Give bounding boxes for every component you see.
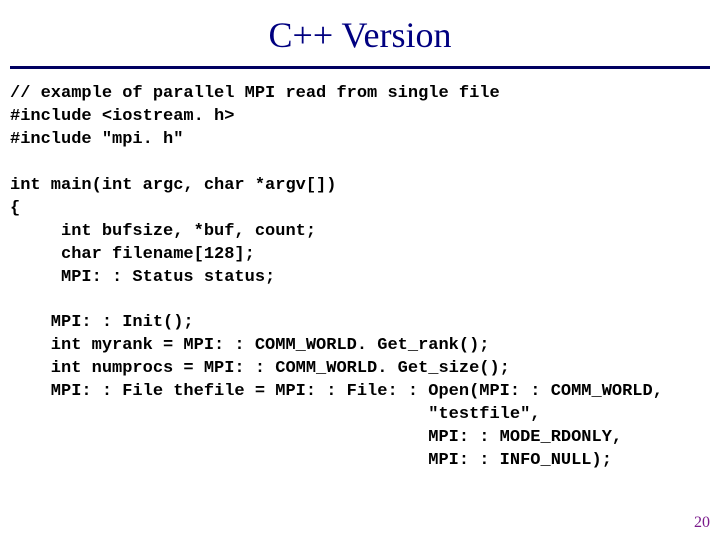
code-line: char filename[128]; <box>10 245 255 264</box>
code-line: MPI: : MODE_RDONLY, <box>10 428 622 447</box>
code-line: "testfile", <box>10 405 541 424</box>
code-line: int myrank = MPI: : COMM_WORLD. Get_rank… <box>10 336 489 355</box>
title-underline <box>10 66 710 69</box>
code-line: MPI: : File thefile = MPI: : File: : Ope… <box>10 382 663 401</box>
code-line: int main(int argc, char *argv[]) <box>10 176 336 195</box>
code-line: MPI: : Init(); <box>10 313 194 332</box>
code-line: int numprocs = MPI: : COMM_WORLD. Get_si… <box>10 359 510 378</box>
code-line: int bufsize, *buf, count; <box>10 222 316 241</box>
code-line: #include "mpi. h" <box>10 130 183 149</box>
code-line: MPI: : INFO_NULL); <box>10 451 612 470</box>
page-number: 20 <box>694 514 710 532</box>
code-line: { <box>10 199 20 218</box>
code-line: MPI: : Status status; <box>10 268 275 287</box>
slide: C++ Version // example of parallel MPI r… <box>0 0 720 540</box>
slide-title: C++ Version <box>10 14 710 56</box>
code-line: #include <iostream. h> <box>10 107 234 126</box>
code-block: // example of parallel MPI read from sin… <box>10 83 710 473</box>
code-line: // example of parallel MPI read from sin… <box>10 84 500 103</box>
